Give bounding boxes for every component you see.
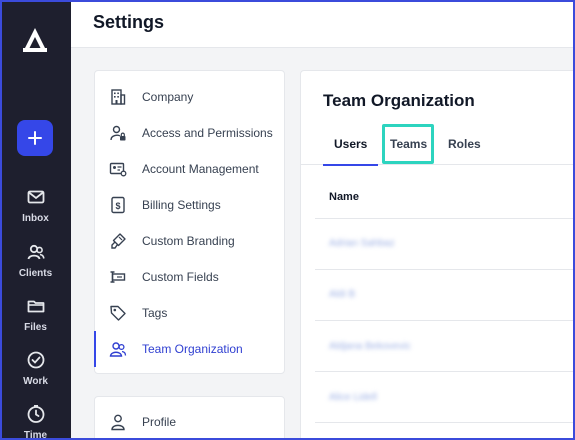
nav-item-team-organization[interactable]: Team Organization (94, 331, 284, 367)
divider (315, 422, 575, 423)
tab-users[interactable]: Users (322, 137, 379, 166)
app-logo-icon[interactable] (21, 26, 49, 54)
svg-text:$: $ (115, 201, 120, 211)
nav-item-company[interactable]: Company (95, 79, 284, 115)
team-icon (109, 342, 127, 357)
user-icon (111, 414, 125, 431)
nav-item-access-permissions[interactable]: Access and Permissions (95, 115, 284, 151)
field-icon (110, 271, 126, 283)
settings-nav: Company Access and Permissions Account M… (94, 70, 285, 374)
column-header-name: Name (329, 191, 359, 203)
brush-icon (111, 233, 126, 249)
divider (315, 320, 575, 321)
rail-item-work[interactable]: Work (0, 350, 71, 387)
id-card-icon (109, 162, 127, 177)
nav-label: Team Organization (142, 342, 243, 356)
tag-icon (110, 305, 126, 321)
divider (315, 371, 575, 372)
nav-label: Custom Branding (142, 234, 235, 248)
users-icon (27, 244, 45, 260)
app-rail: Inbox Clients Files Work Time (0, 0, 71, 440)
rail-item-clients[interactable]: Clients (0, 242, 71, 279)
nav-item-tags[interactable]: Tags (95, 295, 284, 331)
clock-icon (27, 405, 44, 423)
settings-nav-profile-section: Profile (94, 396, 285, 440)
table-row[interactable]: Alice Lidell (329, 392, 377, 403)
nav-label: Account Management (142, 162, 259, 176)
tab-teams-highlight (382, 124, 434, 164)
check-circle-icon (27, 351, 44, 369)
tab-roles[interactable]: Roles (448, 137, 481, 165)
nav-label: Tags (142, 306, 168, 320)
nav-label: Access and Permissions (142, 126, 273, 140)
tab-bar: Users Teams Roles (301, 129, 575, 166)
page-header: Settings (71, 0, 575, 48)
rail-item-inbox[interactable]: Inbox (0, 187, 71, 224)
user-lock-icon (110, 125, 126, 141)
nav-item-profile[interactable]: Profile (95, 404, 284, 440)
nav-label: Billing Settings (142, 198, 221, 212)
building-icon (111, 89, 126, 105)
nav-label: Custom Fields (142, 270, 219, 284)
page-title: Settings (93, 12, 165, 32)
nav-label: Profile (142, 415, 177, 429)
rail-label: Clients (18, 268, 53, 279)
mail-icon (27, 190, 44, 204)
section-title: Team Organization (323, 91, 475, 110)
nav-item-billing-settings[interactable]: $ Billing Settings (95, 187, 284, 223)
team-organization-panel: Team Organization Users Teams Roles Name… (300, 70, 575, 440)
divider (315, 269, 575, 270)
table-row[interactable]: Adrian Sahbaz (329, 238, 395, 249)
dollar-icon: $ (111, 196, 125, 214)
rail-item-files[interactable]: Files (0, 296, 71, 333)
nav-item-account-management[interactable]: Account Management (95, 151, 284, 187)
create-new-button[interactable] (17, 120, 53, 156)
rail-label: Files (24, 322, 47, 333)
plus-icon (28, 131, 42, 145)
rail-label: Inbox (22, 213, 49, 224)
table-row[interactable]: Aldjana Bekovevic (329, 341, 411, 352)
nav-item-custom-branding[interactable]: Custom Branding (95, 223, 284, 259)
nav-label: Company (142, 90, 194, 104)
rail-item-time[interactable]: Time (0, 404, 71, 440)
rail-label: Work (23, 376, 48, 387)
divider (315, 218, 575, 219)
folder-icon (27, 300, 44, 313)
table-row[interactable]: Aldi B (329, 289, 355, 300)
rail-label: Time (23, 430, 48, 440)
nav-item-custom-fields[interactable]: Custom Fields (95, 259, 284, 295)
